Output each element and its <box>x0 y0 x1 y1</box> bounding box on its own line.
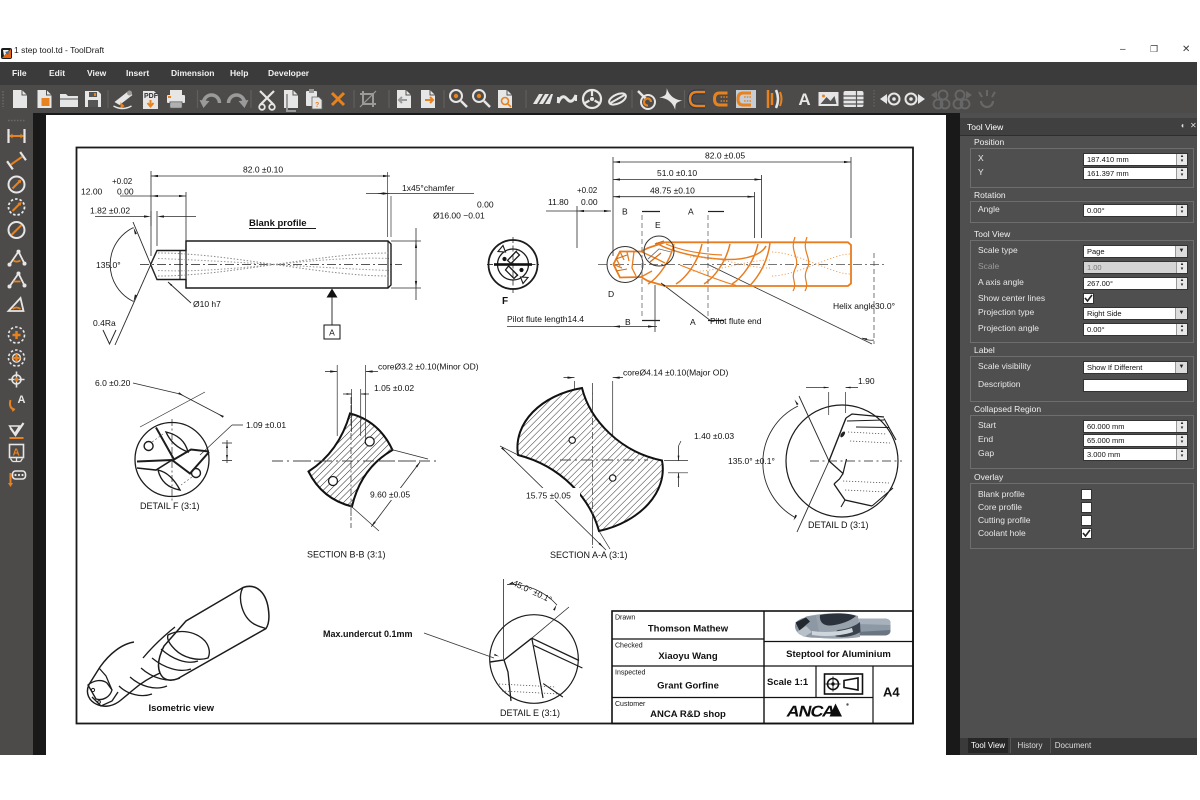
svg-text:A: A <box>690 317 696 327</box>
svg-text:Pilot flute length14.4: Pilot flute length14.4 <box>507 314 584 324</box>
svg-text:B: B <box>622 207 628 217</box>
svg-text:Ø10 h7: Ø10 h7 <box>193 299 221 309</box>
svg-text:9.60 ±0.05: 9.60 ±0.05 <box>370 490 410 500</box>
svg-text:Pilot flute end: Pilot flute end <box>710 316 762 326</box>
svg-text:45.0° ±0.1°: 45.0° ±0.1° <box>511 578 553 605</box>
svg-text:Grant Gorfine: Grant Gorfine <box>657 680 719 691</box>
svg-text:Checked: Checked <box>615 643 643 650</box>
svg-text:A: A <box>18 394 26 406</box>
svg-text:A4: A4 <box>883 685 900 700</box>
svg-text:1.82 ±0.02: 1.82 ±0.02 <box>90 206 130 216</box>
svg-text:E: E <box>655 220 661 230</box>
svg-text:1.05 ±0.02: 1.05 ±0.02 <box>374 383 414 393</box>
svg-text:Scale 1:1: Scale 1:1 <box>767 677 809 688</box>
svg-text:A: A <box>13 448 20 459</box>
svg-text:Helix angle30.0°: Helix angle30.0° <box>833 301 895 311</box>
svg-text:A: A <box>688 207 694 217</box>
svg-text:Inspected: Inspected <box>615 670 645 677</box>
svg-text:135.0° ±0.1°: 135.0° ±0.1° <box>728 456 775 466</box>
svg-text:SECTION A-A (3:1): SECTION A-A (3:1) <box>550 550 628 560</box>
svg-text:Blank profile: Blank profile <box>249 218 307 229</box>
svg-text:0.00: 0.00 <box>581 197 598 207</box>
svg-text:B: B <box>625 317 631 327</box>
svg-text:Ø16.00 −0.01: Ø16.00 −0.01 <box>433 211 485 221</box>
svg-text:0.00: 0.00 <box>117 187 134 197</box>
svg-text:Isometric view: Isometric view <box>149 703 215 714</box>
svg-text:Xiaoyu Wang: Xiaoyu Wang <box>658 651 717 662</box>
svg-text:DETAIL F (3:1): DETAIL F (3:1) <box>140 501 200 511</box>
svg-text:6.0 ±0.20: 6.0 ±0.20 <box>95 378 131 388</box>
svg-text:DETAIL E (3:1): DETAIL E (3:1) <box>500 708 560 718</box>
svg-text:82.0 ±0.05: 82.0 ±0.05 <box>705 151 745 161</box>
svg-text:135.0°: 135.0° <box>96 260 121 270</box>
svg-text:A: A <box>329 328 335 338</box>
svg-text:D: D <box>608 289 614 299</box>
svg-text:48.75 ±0.10: 48.75 ±0.10 <box>650 186 695 196</box>
svg-text:11.80: 11.80 <box>548 197 569 207</box>
svg-text:1.40 ±0.03: 1.40 ±0.03 <box>694 431 734 441</box>
svg-text:+0.02: +0.02 <box>577 186 598 195</box>
svg-text:1.09 ±0.01: 1.09 ±0.01 <box>246 420 286 430</box>
svg-text:1.90: 1.90 <box>858 376 875 386</box>
svg-text:?: ? <box>315 102 319 109</box>
svg-text:0.4Ra: 0.4Ra <box>93 318 116 328</box>
svg-text:ANCA R&D shop: ANCA R&D shop <box>650 709 726 720</box>
svg-text:15.75 ±0.05: 15.75 ±0.05 <box>526 491 571 501</box>
svg-text:51.0 ±0.10: 51.0 ±0.10 <box>657 168 697 178</box>
svg-text:82.0 ±0.10: 82.0 ±0.10 <box>243 165 283 175</box>
svg-text:A: A <box>798 90 810 109</box>
svg-text:Max.undercut 0.1mm: Max.undercut 0.1mm <box>323 629 413 639</box>
svg-text:ANCA: ANCA <box>785 703 837 721</box>
svg-text:F: F <box>502 296 508 307</box>
svg-text:1x45°chamfer: 1x45°chamfer <box>402 183 455 193</box>
svg-text:12.00: 12.00 <box>81 187 103 197</box>
svg-text:Steptool for Aluminium: Steptool for Aluminium <box>786 649 891 660</box>
svg-text:Customer: Customer <box>615 701 646 708</box>
svg-text:DETAIL D (3:1): DETAIL D (3:1) <box>808 520 869 530</box>
svg-text:Thomson Mathew: Thomson Mathew <box>648 624 729 635</box>
svg-text:coreØ4.14 ±0.10(Major OD): coreØ4.14 ±0.10(Major OD) <box>623 368 728 378</box>
svg-text:SECTION B-B (3:1): SECTION B-B (3:1) <box>307 550 386 560</box>
svg-text:Drawn: Drawn <box>615 615 635 622</box>
svg-text:+0.02: +0.02 <box>112 177 133 186</box>
svg-text:0.00: 0.00 <box>477 200 494 210</box>
svg-text:coreØ3.2 ±0.10(Minor OD): coreØ3.2 ±0.10(Minor OD) <box>378 362 479 372</box>
svg-text:PDF: PDF <box>144 93 159 100</box>
